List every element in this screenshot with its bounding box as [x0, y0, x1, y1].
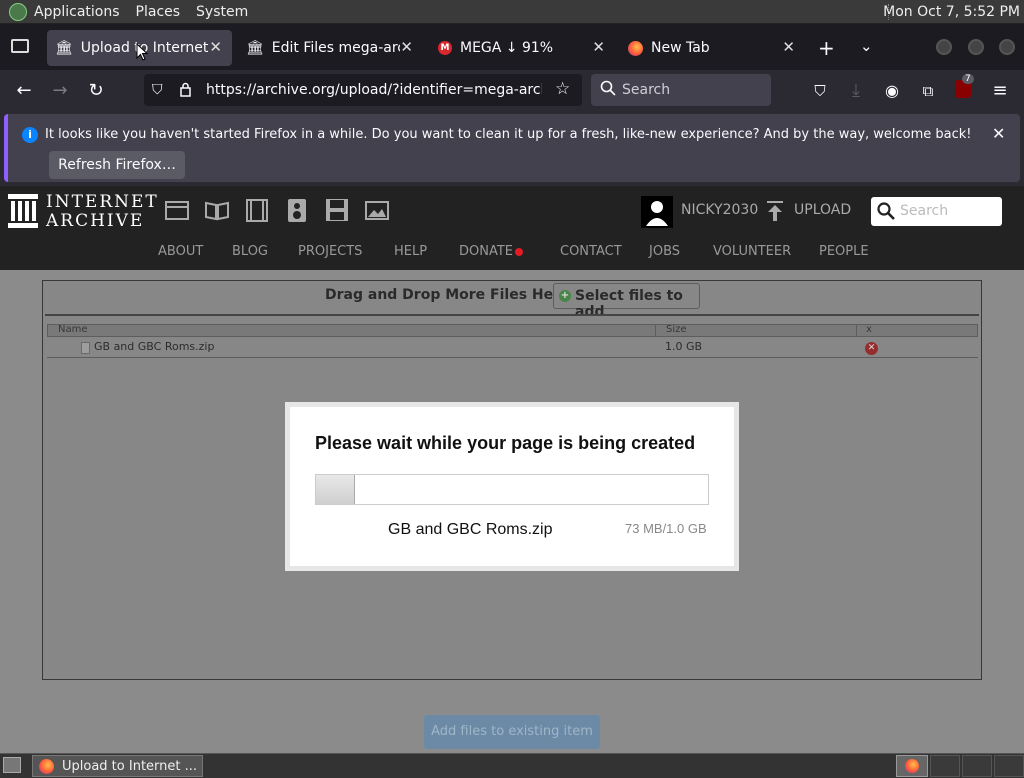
tab-bar: 🏛 Upload to Internet Archive ✕ 🏛 Edit Fi…: [0, 24, 1024, 70]
username[interactable]: NICKY2030: [681, 202, 758, 218]
firefox-icon: [39, 759, 54, 774]
archive-icon: 🏛: [55, 40, 73, 56]
show-desktop-icon[interactable]: [3, 757, 21, 773]
taskbar-window-title: Upload to Internet ...: [62, 759, 198, 774]
progress-file-name: GB and GBC Roms.zip: [388, 521, 553, 538]
upload-link[interactable]: UPLOAD: [794, 202, 851, 218]
audio-icon[interactable]: [284, 198, 310, 222]
page-content: INTERNET ARCHIVE NICKY2030 UPLOAD Search…: [0, 186, 1024, 753]
list-all-tabs-icon[interactable]: ⌄: [860, 37, 873, 55]
dialog-title: Please wait while your page is being cre…: [315, 433, 696, 453]
downloads-icon[interactable]: ⤓: [845, 80, 867, 102]
close-tab-icon[interactable]: ✕: [400, 38, 413, 56]
tab-new-tab[interactable]: New Tab ✕: [620, 30, 805, 66]
url-text[interactable]: https://archive.org/upload/?identifier=m…: [206, 82, 542, 98]
mouse-cursor-icon: [136, 43, 148, 61]
nav-blog[interactable]: BLOG: [232, 244, 268, 259]
archive-icon: 🏛: [246, 40, 264, 56]
progress-bar: [315, 474, 709, 505]
nav-people[interactable]: PEOPLE: [819, 244, 869, 259]
ia-search-placeholder: Search: [900, 203, 949, 219]
search-placeholder: Search: [622, 82, 671, 98]
progress-bar-fill: [316, 475, 356, 504]
taskbar-window-button[interactable]: Upload to Internet ...: [32, 755, 203, 777]
nav-volunteer[interactable]: VOLUNTEER: [713, 244, 791, 259]
close-tab-icon[interactable]: ✕: [592, 38, 605, 56]
firefox-icon: [628, 40, 643, 56]
progress-dialog: Please wait while your page is being cre…: [285, 402, 739, 571]
navigation-bar: ← → ↻ ⛉ https://archive.org/upload/?iden…: [0, 70, 1024, 112]
places-menu[interactable]: Places: [136, 4, 181, 20]
workspace-3[interactable]: [962, 755, 992, 777]
maximize-window-icon[interactable]: [968, 39, 984, 55]
ia-search-box[interactable]: Search: [871, 197, 1002, 226]
nav-about[interactable]: ABOUT: [158, 244, 203, 259]
tab-overview-icon[interactable]: [11, 39, 29, 53]
gnome-foot-icon[interactable]: [9, 3, 27, 21]
nav-projects[interactable]: PROJECTS: [298, 244, 362, 259]
nav-donate[interactable]: DONATE: [459, 244, 513, 259]
close-window-icon[interactable]: [999, 39, 1015, 55]
extensions-icon[interactable]: ⧉: [917, 80, 939, 102]
tab-title: New Tab: [651, 40, 710, 56]
tab-title: MEGA ↓ 91%: [460, 40, 554, 56]
ia-logo-icon: [8, 194, 38, 228]
workspace-4[interactable]: [994, 755, 1024, 777]
clock[interactable]: Mon Oct 7, 5:52 PM: [883, 4, 1020, 20]
tab-mega[interactable]: M MEGA ↓ 91% ✕: [430, 30, 615, 66]
account-icon[interactable]: ◉: [881, 80, 903, 102]
workspace-switcher[interactable]: [896, 755, 928, 777]
refresh-firefox-button[interactable]: Refresh Firefox…: [49, 151, 185, 179]
app-menu-icon[interactable]: ≡: [989, 80, 1011, 102]
close-tab-icon[interactable]: ✕: [782, 38, 795, 56]
ia-logo-line1: INTERNET: [46, 192, 159, 212]
search-bar[interactable]: Search: [591, 74, 771, 106]
images-icon[interactable]: [364, 198, 390, 222]
desktop-taskbar: Upload to Internet ...: [0, 753, 1024, 778]
bookmark-star-icon[interactable]: ☆: [555, 79, 570, 99]
ia-nav-bar: ABOUT BLOG PROJECTS HELP DONATE CONTACT …: [0, 236, 1024, 270]
minimize-window-icon[interactable]: [936, 39, 952, 55]
notification-message: It looks like you haven't started Firefo…: [45, 127, 972, 142]
nav-contact[interactable]: CONTACT: [560, 244, 622, 259]
nav-help[interactable]: HELP: [394, 244, 427, 259]
pocket-icon[interactable]: ⛉: [809, 80, 831, 102]
new-tab-icon[interactable]: +: [818, 36, 835, 60]
applications-menu[interactable]: Applications: [34, 4, 120, 20]
firefox-icon: [905, 759, 919, 773]
url-bar[interactable]: ⛉ https://archive.org/upload/?identifier…: [144, 74, 582, 106]
forward-button[interactable]: →: [49, 80, 71, 102]
add-files-label: Add files to existing item: [431, 724, 593, 739]
progress-size-text: 73 MB/1.0 GB: [625, 521, 707, 536]
close-tab-icon[interactable]: ✕: [209, 38, 222, 56]
ia-logo-line2: ARCHIVE: [46, 211, 145, 231]
close-notification-icon[interactable]: ✕: [992, 124, 1005, 143]
ia-logo[interactable]: INTERNET ARCHIVE: [8, 192, 157, 231]
back-button[interactable]: ←: [13, 80, 35, 102]
donate-dot-icon: [515, 248, 523, 256]
reload-button[interactable]: ↻: [85, 80, 107, 102]
shield-icon[interactable]: ⛉: [152, 82, 163, 98]
ublock-badge: 7: [962, 74, 974, 84]
add-files-button: Add files to existing item: [424, 715, 600, 749]
upload-icon[interactable]: [765, 200, 785, 226]
workspace-2[interactable]: [930, 755, 960, 777]
system-menu[interactable]: System: [196, 4, 248, 20]
tab-title: Edit Files mega-archive: [271, 40, 400, 56]
web-icon[interactable]: [164, 198, 190, 222]
desktop-top-panel: Applications Places System Mon Oct 7, 5:…: [0, 0, 1024, 24]
info-icon: i: [22, 127, 38, 143]
software-icon[interactable]: [324, 198, 350, 222]
lock-icon[interactable]: [180, 82, 191, 97]
firefox-notification-bar: i It looks like you haven't started Fire…: [4, 114, 1020, 182]
mega-icon: M: [438, 41, 452, 55]
texts-icon[interactable]: [204, 198, 230, 222]
avatar[interactable]: [641, 196, 673, 228]
tab-edit-files[interactable]: 🏛 Edit Files mega-archive ✕: [238, 30, 423, 66]
nav-jobs[interactable]: JOBS: [649, 244, 680, 259]
ia-header: INTERNET ARCHIVE NICKY2030 UPLOAD Search: [0, 186, 1024, 236]
video-icon[interactable]: [244, 198, 270, 222]
search-icon: [877, 202, 895, 224]
search-icon: [600, 80, 616, 100]
